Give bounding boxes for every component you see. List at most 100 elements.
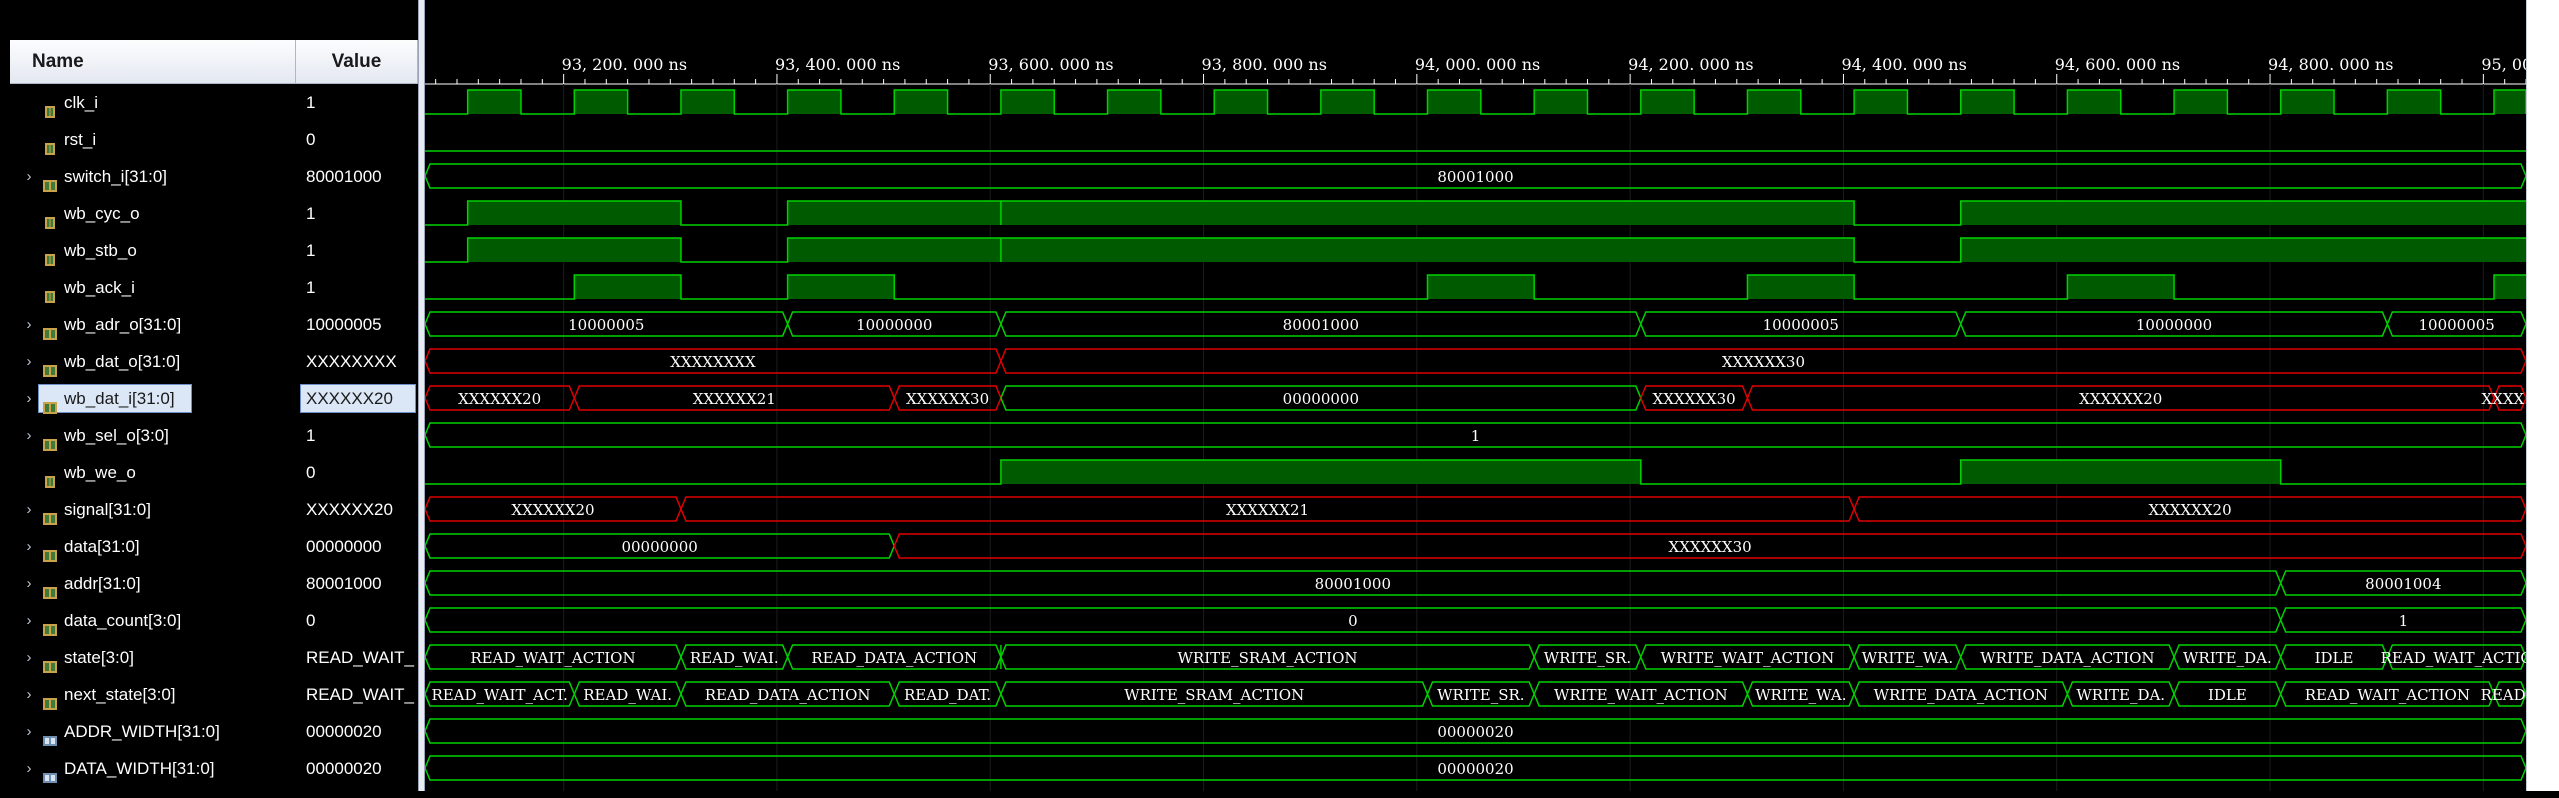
signal-name-label: rst_i	[64, 130, 97, 149]
bus-value-label: WRITE_SRAM_ACTION	[1124, 686, 1304, 704]
signal-row-name[interactable]: › DATA_WIDTH[31:0]	[0, 750, 296, 787]
expand-chevron-icon[interactable]: ›	[24, 639, 34, 676]
expand-chevron-icon[interactable]: ›	[24, 491, 34, 528]
signal-row-name[interactable]: › switch_i[31:0]	[0, 158, 296, 195]
signal-row-name[interactable]: wb_stb_o	[0, 232, 296, 269]
value-column-header[interactable]: Value	[296, 40, 418, 84]
signal-row-value[interactable]: 0	[296, 602, 418, 639]
signal-name-panel: Name clk_i rst_i › switch_i[31:0] wb_cyc_owb…	[0, 0, 296, 791]
signal-row-name[interactable]: › data_count[3:0]	[0, 602, 296, 639]
expand-chevron-icon[interactable]: ›	[24, 602, 34, 639]
expand-chevron-icon[interactable]: ›	[24, 676, 34, 713]
signal-row-name[interactable]: wb_we_o	[0, 454, 296, 491]
bit-icon	[42, 95, 58, 118]
pane-splitter[interactable]	[418, 0, 425, 791]
signal-row-value[interactable]: 80001000	[296, 158, 418, 195]
signal-row-value[interactable]: 1	[296, 232, 418, 269]
signal-row-name[interactable]: › addr[31:0]	[0, 565, 296, 602]
bus-value-label: XXXX...	[2481, 390, 2526, 408]
signal-row-name[interactable]: › wb_sel_o[3:0]	[0, 417, 296, 454]
bus-icon	[42, 169, 58, 192]
expand-chevron-icon[interactable]: ›	[24, 750, 34, 787]
ruler-tick-label: 94, 200. 000 ns	[1628, 55, 1753, 74]
signal-row-value[interactable]: XXXXXX20	[296, 380, 418, 417]
vertical-scrollbar[interactable]	[2526, 0, 2559, 791]
signal-value-label: 1	[306, 278, 316, 297]
ruler-tick-label: 94, 800. 000 ns	[2268, 55, 2393, 74]
expand-chevron-icon[interactable]: ›	[24, 380, 34, 417]
signal-row-name[interactable]: › wb_dat_i[31:0]	[0, 380, 296, 417]
bus-value-label: 80001000	[1315, 575, 1391, 593]
signal-name-label: wb_sel_o[3:0]	[64, 426, 169, 445]
signal-name-label: data_count[3:0]	[64, 611, 182, 630]
signal-row-name[interactable]: › state[3:0]	[0, 639, 296, 676]
bus-value-label: WRITE_WA.	[1862, 649, 1953, 667]
signal-row-name[interactable]: › wb_dat_o[31:0]	[0, 343, 296, 380]
signal-row-name[interactable]: wb_ack_i	[0, 269, 296, 306]
clock-high-fill	[1640, 90, 1695, 114]
clock-high-fill	[1534, 90, 1588, 114]
signal-row-value[interactable]: 80001000	[296, 565, 418, 602]
expand-chevron-icon[interactable]: ›	[24, 713, 34, 750]
signal-row-value[interactable]: 0	[296, 121, 418, 158]
expand-chevron-icon[interactable]: ›	[24, 528, 34, 565]
expand-chevron-icon[interactable]: ›	[24, 417, 34, 454]
signal-name-label: wb_cyc_o	[64, 204, 140, 223]
signal-row-name[interactable]: › data[31:0]	[0, 528, 296, 565]
signal-name-label: clk_i	[64, 93, 99, 112]
bus-value-label: 0	[1348, 612, 1358, 630]
bus-icon	[42, 539, 58, 562]
bus-value-label: 00000020	[1437, 760, 1513, 778]
signal-value-label: 1	[306, 93, 316, 112]
signal-row-name[interactable]: › ADDR_WIDTH[31:0]	[0, 713, 296, 750]
expand-chevron-icon[interactable]: ›	[24, 343, 34, 380]
bus-value-label: XXXXXX21	[1226, 501, 1309, 519]
clock-high-fill	[1320, 90, 1375, 114]
bus-value-label: READ_WAIT_ACTIO	[2381, 649, 2526, 667]
signal-row-value[interactable]: XXXXXX20	[296, 491, 418, 528]
signal-row-value[interactable]: 0	[296, 454, 418, 491]
expand-chevron-icon[interactable]: ›	[24, 306, 34, 343]
signal-row-value[interactable]: 10000005	[296, 306, 418, 343]
bus-value-label: 10000000	[856, 316, 932, 334]
signal-row-name[interactable]: rst_i	[0, 121, 296, 158]
bus-value-label: READ_WAIT_ACT.	[431, 686, 567, 704]
clock-high-fill	[894, 90, 948, 114]
bus-value-label: 10000005	[568, 316, 644, 334]
signal-name-label: wb_we_o	[64, 463, 136, 482]
signal-row-value[interactable]: READ_WAIT_	[296, 676, 418, 713]
signal-row-value[interactable]: 1	[296, 195, 418, 232]
bus-value-label: XXXXXX20	[458, 390, 541, 408]
signal-row-name[interactable]: wb_cyc_o	[0, 195, 296, 232]
bus-icon	[42, 354, 58, 377]
bit-high-fill	[787, 201, 1001, 225]
bus-icon	[42, 428, 58, 451]
signal-row-name[interactable]: › next_state[3:0]	[0, 676, 296, 713]
signal-row-value[interactable]: 1	[296, 269, 418, 306]
bit-high-fill	[574, 275, 681, 299]
signal-row-name[interactable]: clk_i	[0, 84, 296, 121]
clock-high-fill	[1000, 90, 1055, 114]
name-column-header[interactable]: Name	[10, 40, 296, 84]
signal-name-label: wb_dat_o[31:0]	[64, 352, 181, 371]
bus-icon	[42, 613, 58, 636]
signal-row-value[interactable]: 00000020	[296, 713, 418, 750]
signal-row-name[interactable]: › wb_adr_o[31:0]	[0, 306, 296, 343]
bus-value-label: READ_DATA_ACTION	[705, 686, 871, 704]
signal-row-value[interactable]: 1	[296, 84, 418, 121]
signal-row-value[interactable]: 00000020	[296, 750, 418, 787]
signal-row-value[interactable]: 00000000	[296, 528, 418, 565]
bus-value-label: XXXXXX30	[1653, 390, 1736, 408]
signal-row-value[interactable]: 1	[296, 417, 418, 454]
signal-row-name[interactable]: › signal[31:0]	[0, 491, 296, 528]
clock-high-fill	[1747, 90, 1801, 114]
bus-value-label: WRITE_DATA_ACTION	[1980, 649, 2154, 667]
signal-row-value[interactable]: XXXXXXXX	[296, 343, 418, 380]
waveform-canvas[interactable]: 93, 200. 000 ns 93, 400. 000 ns 93, 600. 0…	[425, 0, 2526, 791]
expand-chevron-icon[interactable]: ›	[24, 565, 34, 602]
expand-chevron-icon[interactable]: ›	[24, 158, 34, 195]
signal-value-label: 00000000	[306, 537, 382, 556]
signal-row-value[interactable]: READ_WAIT_	[296, 639, 418, 676]
signal-name-label: signal[31:0]	[64, 500, 151, 519]
bus-value-label: READ_WAI.	[690, 649, 779, 667]
